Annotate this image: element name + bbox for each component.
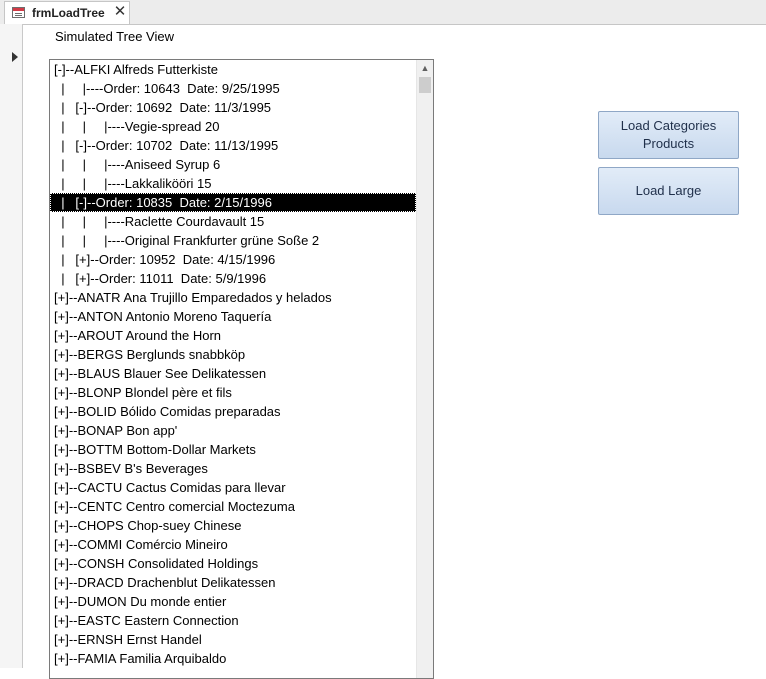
tree-row[interactable]: | | |----Vegie-spread 20	[50, 117, 416, 136]
tree-row[interactable]: [+]--CHOPS Chop-suey Chinese	[50, 516, 416, 535]
tree-row[interactable]: [-]--ALFKI Alfreds Futterkiste	[50, 60, 416, 79]
tree-row[interactable]: [+]--DUMON Du monde entier	[50, 592, 416, 611]
tab-title: frmLoadTree	[32, 6, 105, 20]
vertical-scrollbar[interactable]: ▲	[416, 60, 433, 678]
tree-row[interactable]: [+]--COMMI Comércio Mineiro	[50, 535, 416, 554]
form-icon	[12, 7, 25, 18]
tree-row[interactable]: | | |----Raclette Courdavault 15	[50, 212, 416, 231]
tree-row[interactable]: | | |----Lakkalikööri 15	[50, 174, 416, 193]
current-record-arrow-icon	[12, 52, 18, 62]
tree-row[interactable]: [+]--BONAP Bon app'	[50, 421, 416, 440]
tree-row[interactable]: | | |----Aniseed Syrup 6	[50, 155, 416, 174]
tree-row[interactable]: | [+]--Order: 10952 Date: 4/15/1996	[50, 250, 416, 269]
document-tab-strip: frmLoadTree ✕	[0, 0, 766, 25]
tree-row[interactable]: [+]--BOLID Bólido Comidas preparadas	[50, 402, 416, 421]
tree-listbox[interactable]: [-]--ALFKI Alfreds Futterkiste | |----Or…	[49, 59, 434, 679]
tree-row[interactable]: | | |----Original Frankfurter grüne Soße…	[50, 231, 416, 250]
tree-row[interactable]: [+]--ERNSH Ernst Handel	[50, 630, 416, 649]
tree-row[interactable]: | [+]--Order: 11011 Date: 5/9/1996	[50, 269, 416, 288]
scroll-up-icon[interactable]: ▲	[417, 60, 433, 77]
scroll-thumb[interactable]	[419, 77, 431, 93]
tree-row[interactable]: | [-]--Order: 10835 Date: 2/15/1996	[50, 193, 416, 212]
load-large-button[interactable]: Load Large	[598, 167, 739, 215]
tree-row[interactable]: [+]--CONSH Consolidated Holdings	[50, 554, 416, 573]
load-categories-products-button[interactable]: Load Categories Products	[598, 111, 739, 159]
close-icon[interactable]: ✕	[113, 3, 127, 21]
tree-rows: [-]--ALFKI Alfreds Futterkiste | |----Or…	[50, 60, 416, 668]
tree-row[interactable]: | |----Order: 10643 Date: 9/25/1995	[50, 79, 416, 98]
tree-row[interactable]: | [-]--Order: 10702 Date: 11/13/1995	[50, 136, 416, 155]
tree-row[interactable]: [+]--AROUT Around the Horn	[50, 326, 416, 345]
record-selector[interactable]	[0, 24, 23, 668]
tree-row[interactable]: [+]--BSBEV B's Beverages	[50, 459, 416, 478]
tree-row[interactable]: [+]--DRACD Drachenblut Delikatessen	[50, 573, 416, 592]
tree-row[interactable]: | [-]--Order: 10692 Date: 11/3/1995	[50, 98, 416, 117]
tree-row[interactable]: [+]--ANTON Antonio Moreno Taquería	[50, 307, 416, 326]
tree-row[interactable]: [+]--BLONP Blondel père et fils	[50, 383, 416, 402]
tree-row[interactable]: [+]--ANATR Ana Trujillo Emparedados y he…	[50, 288, 416, 307]
tree-row[interactable]: [+]--BLAUS Blauer See Delikatessen	[50, 364, 416, 383]
tree-row[interactable]: [+]--CENTC Centro comercial Moctezuma	[50, 497, 416, 516]
tab-frmloadtree[interactable]: frmLoadTree ✕	[4, 1, 130, 24]
form-label: Simulated Tree View	[55, 29, 174, 44]
tree-row[interactable]: [+]--FAMIA Familia Arquibaldo	[50, 649, 416, 668]
tree-row[interactable]: [+]--EASTC Eastern Connection	[50, 611, 416, 630]
tree-row[interactable]: [+]--BOTTM Bottom-Dollar Markets	[50, 440, 416, 459]
tree-row[interactable]: [+]--CACTU Cactus Comidas para llevar	[50, 478, 416, 497]
tree-row[interactable]: [+]--BERGS Berglunds snabbköp	[50, 345, 416, 364]
